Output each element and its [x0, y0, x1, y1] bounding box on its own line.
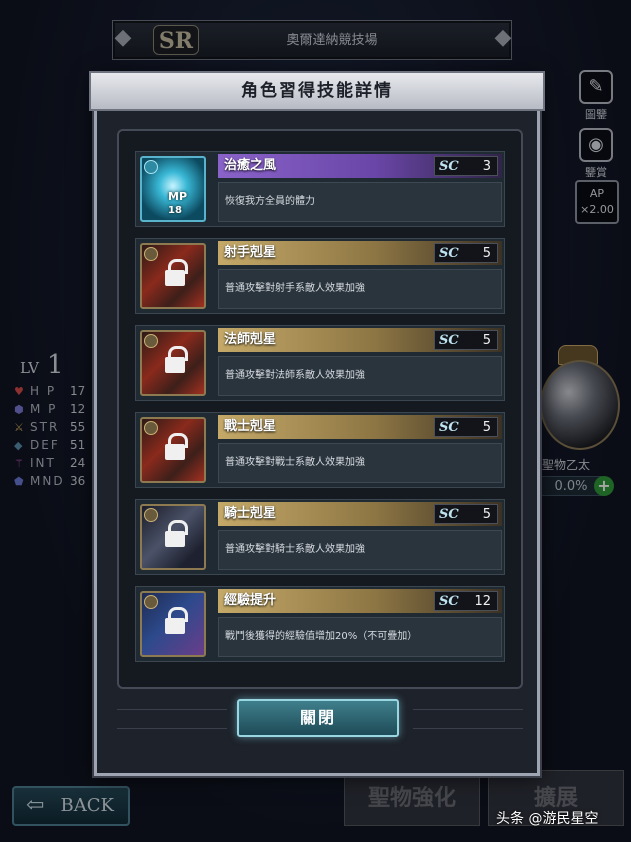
sc-value: 5	[482, 246, 491, 261]
skill-title-bar: 法師剋星 SC 5	[218, 328, 502, 352]
skill-description-box: 普通攻擊對射手系敵人效果加強	[218, 269, 502, 309]
sc-label: SC	[439, 420, 459, 435]
skill-corner-badge-icon	[144, 247, 158, 261]
skill-name: 治癒之風	[224, 158, 277, 173]
lock-icon	[164, 433, 188, 463]
skill-warrior-bane-icon	[140, 417, 206, 483]
skill-description-box: 戰鬥後獲得的經驗值增加20%（不可疊加）	[218, 617, 502, 657]
skill-card[interactable]: 騎士剋星 SC 5 普通攻擊對騎士系敵人效果加強	[135, 499, 505, 575]
close-left-ornament	[117, 709, 227, 729]
sc-cost: SC 5	[434, 504, 498, 524]
skill-description: 普通攻擊對法師系敵人效果加強	[225, 370, 365, 381]
skill-list: MP 18 治癒之風 SC 3 恢復我方全員的體力 射手剋星 SC 5 普通攻擊…	[117, 129, 523, 689]
skill-title-bar: 戰士剋星 SC 5	[218, 415, 502, 439]
skill-description: 普通攻擊對射手系敵人效果加強	[225, 283, 365, 294]
sc-cost: SC 3	[434, 156, 498, 176]
skill-heal-icon: MP 18	[140, 156, 206, 222]
sc-label: SC	[439, 246, 459, 261]
sc-value: 12	[474, 594, 491, 609]
sc-value: 5	[482, 420, 491, 435]
skill-description-box: 普通攻擊對戰士系敵人效果加強	[218, 443, 502, 483]
sc-label: SC	[439, 594, 459, 609]
mp-cost: MP 18	[168, 190, 188, 216]
sc-cost: SC 5	[434, 417, 498, 437]
skill-corner-badge-icon	[144, 421, 158, 435]
sc-cost: SC 5	[434, 243, 498, 263]
sc-cost: SC 5	[434, 330, 498, 350]
sc-value: 5	[482, 507, 491, 522]
skill-description-box: 普通攻擊對騎士系敵人效果加強	[218, 530, 502, 570]
skill-archer-bane-icon	[140, 243, 206, 309]
lock-icon	[164, 607, 188, 637]
skill-name: 射手剋星	[224, 245, 277, 260]
skill-description-box: 恢復我方全員的體力	[218, 182, 502, 222]
skill-description: 戰鬥後獲得的經驗值增加20%（不可疊加）	[225, 631, 418, 642]
skill-title-bar: 騎士剋星 SC 5	[218, 502, 502, 526]
skill-corner-badge-icon	[144, 595, 158, 609]
lock-icon	[164, 346, 188, 376]
skill-title-bar: 經驗提升 SC 12	[218, 589, 502, 613]
skill-corner-badge-icon	[144, 334, 158, 348]
sc-label: SC	[439, 507, 459, 522]
skill-name: 法師剋星	[224, 332, 277, 347]
skill-knight-bane-icon	[140, 504, 206, 570]
skill-corner-badge-icon	[144, 508, 158, 522]
sc-label: SC	[439, 333, 459, 348]
dialog-title: 角色習得技能詳情	[89, 71, 545, 111]
sc-label: SC	[439, 159, 459, 174]
lock-icon	[164, 520, 188, 550]
skill-details-dialog: 角色習得技能詳情 MP 18 治癒之風 SC 3 恢復我方全員的體力 射手剋星 …	[89, 71, 545, 776]
skill-corner-badge-icon	[144, 160, 158, 174]
skill-description: 普通攻擊對騎士系敵人效果加強	[225, 544, 365, 555]
skill-description-box: 普通攻擊對法師系敵人效果加強	[218, 356, 502, 396]
skill-description: 恢復我方全員的體力	[225, 196, 315, 207]
skill-card[interactable]: 法師剋星 SC 5 普通攻擊對法師系敵人效果加強	[135, 325, 505, 401]
skill-name: 戰士剋星	[224, 419, 277, 434]
lock-icon	[164, 259, 188, 289]
skill-exp-boost-icon	[140, 591, 206, 657]
sc-value: 3	[482, 159, 491, 174]
skill-card[interactable]: 戰士剋星 SC 5 普通攻擊對戰士系敵人效果加強	[135, 412, 505, 488]
skill-title-bar: 射手剋星 SC 5	[218, 241, 502, 265]
sc-value: 5	[482, 333, 491, 348]
skill-name: 騎士剋星	[224, 506, 277, 521]
skill-mage-bane-icon	[140, 330, 206, 396]
skill-card[interactable]: MP 18 治癒之風 SC 3 恢復我方全員的體力	[135, 151, 505, 227]
close-right-ornament	[413, 709, 523, 729]
skill-card[interactable]: 經驗提升 SC 12 戰鬥後獲得的經驗值增加20%（不可疊加）	[135, 586, 505, 662]
skill-card[interactable]: 射手剋星 SC 5 普通攻擊對射手系敵人效果加強	[135, 238, 505, 314]
skill-title-bar: 治癒之風 SC 3	[218, 154, 502, 178]
close-button[interactable]: 關閉	[237, 699, 399, 737]
sc-cost: SC 12	[434, 591, 498, 611]
watermark: 头条 @游民星空	[496, 811, 599, 827]
skill-name: 經驗提升	[224, 593, 277, 608]
skill-description: 普通攻擊對戰士系敵人效果加強	[225, 457, 365, 468]
